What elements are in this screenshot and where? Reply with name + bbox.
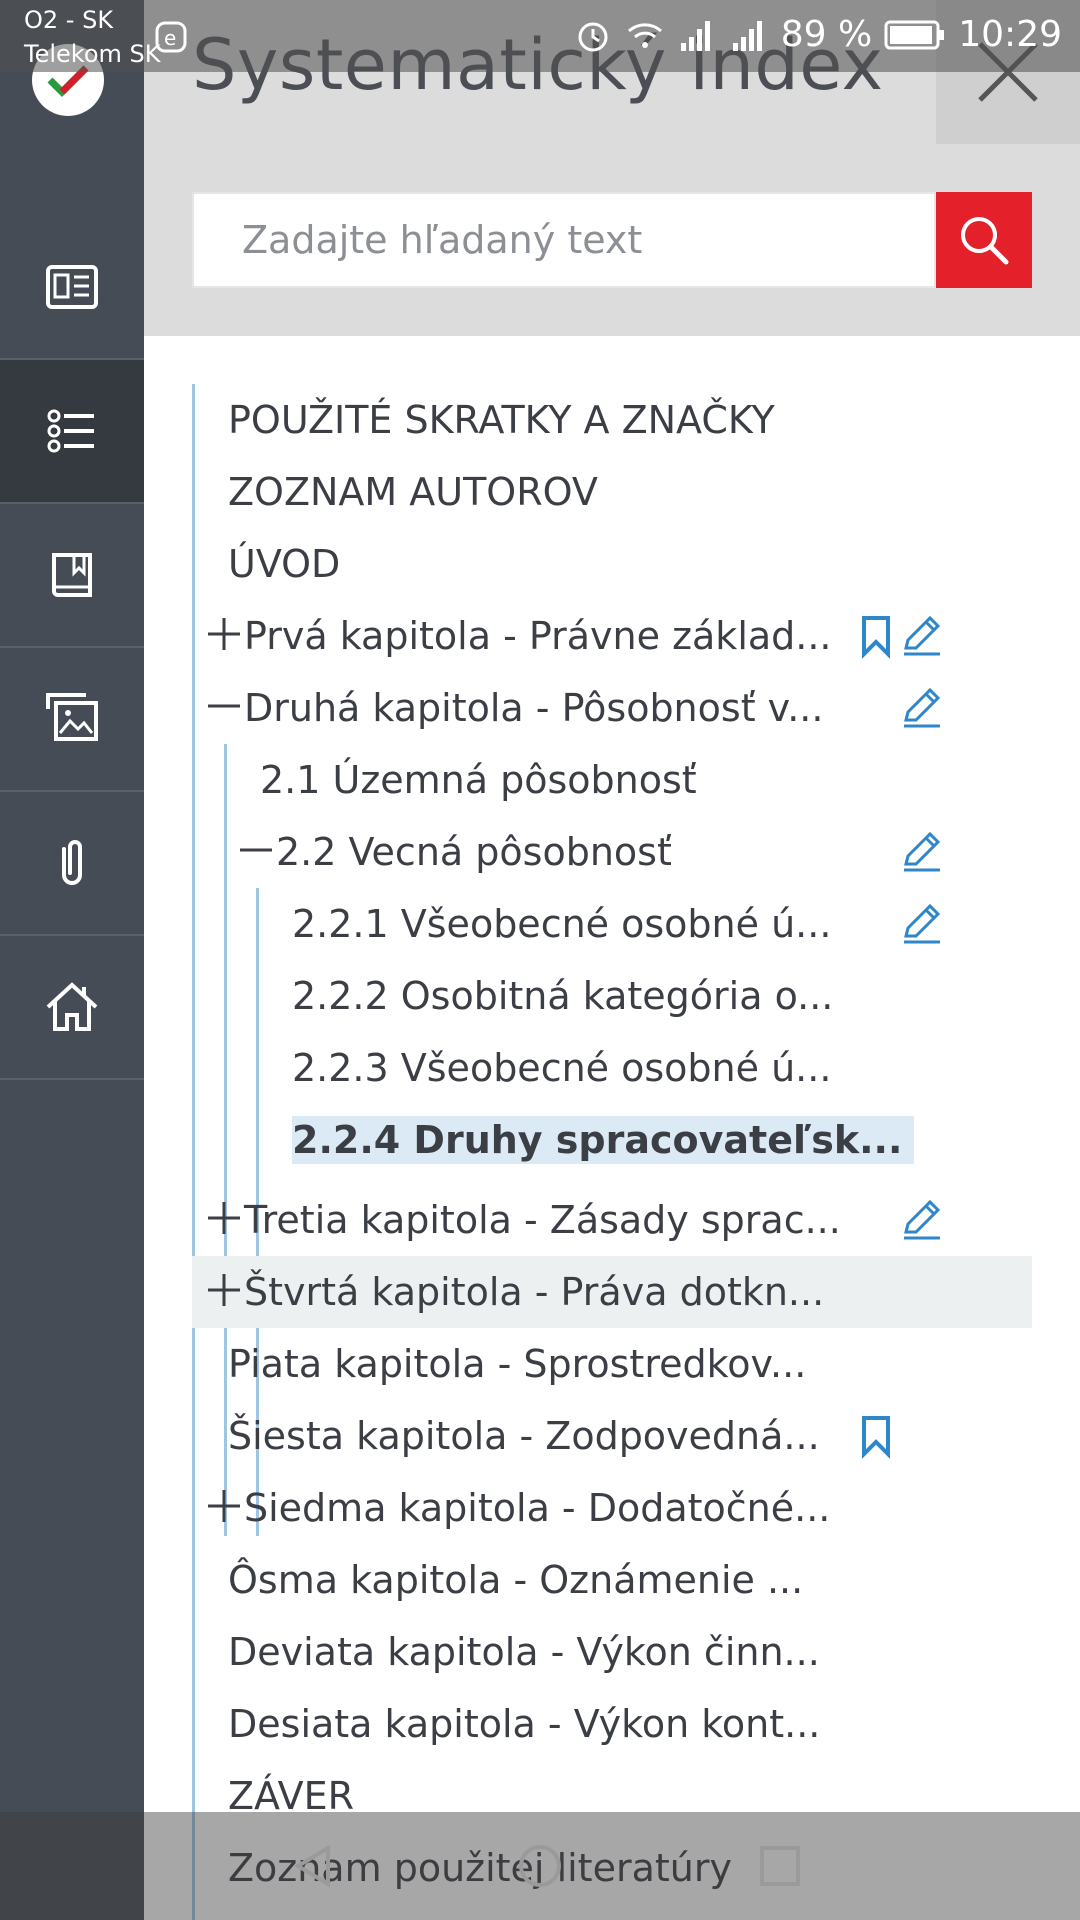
signal-icon: [680, 20, 710, 51]
bookmark-icon[interactable]: [852, 1412, 900, 1460]
index-panel: Systematický index Zadajte hľadaný text …: [144, 0, 1080, 1920]
status-bar: O2 - SK Telekom SK e 89 % 10:29: [0, 0, 1080, 72]
clock: 10:29: [958, 14, 1062, 55]
tree-item-label: Ôsma kapitola - Oznámenie ...: [228, 1558, 804, 1602]
tree-item[interactable]: ÚVOD: [192, 528, 1032, 600]
expand-icon[interactable]: [204, 1198, 244, 1238]
collapse-icon[interactable]: [204, 686, 244, 726]
system-nav-bar: [0, 1812, 1080, 1920]
book-bookmark-icon: [52, 553, 92, 597]
edit-note-icon[interactable]: [898, 684, 946, 732]
tree-item[interactable]: 2.1 Územná pôsobnosť: [192, 744, 1032, 816]
back-icon[interactable]: [290, 1842, 338, 1890]
side-rail: [0, 0, 144, 1920]
rail-item-attachment[interactable]: [0, 792, 144, 936]
search-button[interactable]: [936, 192, 1032, 288]
tree-item-label: 2.2.1 Všeobecné osobné ú...: [292, 902, 832, 946]
tree-item[interactable]: 2.2.4 Druhy spracovateľsk...: [192, 1104, 1032, 1176]
tree-item[interactable]: 2.2.1 Všeobecné osobné ú...: [192, 888, 1032, 960]
rail-item-gallery[interactable]: [0, 648, 144, 792]
tree-item-label: 2.2 Vecná pôsobnosť: [276, 830, 672, 874]
tree-item[interactable]: ZOZNAM AUTOROV: [192, 456, 1032, 528]
status-right: 89 % 10:29: [573, 14, 1062, 55]
tree-item-label: Deviata kapitola - Výkon činn...: [228, 1630, 820, 1674]
tree-item[interactable]: Piata kapitola - Sprostredkov...: [192, 1328, 1032, 1400]
edit-note-icon[interactable]: [898, 1196, 946, 1244]
collapse-icon[interactable]: [236, 830, 276, 870]
attachment-icon: [62, 840, 82, 885]
carrier-label: Telekom SK: [24, 40, 161, 68]
tree-item-label: Šiesta kapitola - Zodpovedná...: [228, 1414, 820, 1458]
tree-item-label: 2.2.4 Druhy spracovateľsk...: [292, 1116, 915, 1164]
rail-item-article[interactable]: [0, 216, 144, 360]
tree-item-label: Tretia kapitola - Zásady sprac...: [244, 1198, 841, 1242]
tree-item-label: ZOZNAM AUTOROV: [228, 470, 598, 514]
tree-item[interactable]: POUŽITÉ SKRATKY A ZNAČKY: [192, 384, 1032, 456]
alarm-icon: [578, 22, 608, 51]
tree-item[interactable]: Šiesta kapitola - Zodpovedná...: [192, 1400, 1032, 1472]
tree-item-label: 2.1 Územná pôsobnosť: [260, 758, 697, 802]
search-input[interactable]: Zadajte hľadaný text: [192, 192, 936, 288]
rail-item-list[interactable]: [0, 360, 144, 504]
tree-item-label: POUŽITÉ SKRATKY A ZNAČKY: [228, 398, 775, 442]
tree-item[interactable]: Prvá kapitola - Právne základ...: [192, 600, 1032, 672]
tree-item-label: Druhá kapitola - Pôsobnosť v...: [244, 686, 824, 730]
list-icon: [47, 409, 94, 453]
home-icon: [46, 982, 98, 1031]
signal-icon: [732, 20, 762, 51]
tree-item[interactable]: 2.2.3 Všeobecné osobné ú...: [192, 1032, 1032, 1104]
home-nav-icon[interactable]: [516, 1842, 564, 1890]
tree-item-label: Štvrtá kapitola - Práva dotkn...: [244, 1270, 825, 1314]
browser-e-icon: e: [155, 21, 187, 53]
tree-item-label: 2.2.3 Všeobecné osobné ú...: [292, 1046, 832, 1090]
tree-item[interactable]: Ôsma kapitola - Oznámenie ...: [192, 1544, 1032, 1616]
tree-item[interactable]: 2.2.2 Osobitná kategória o...: [192, 960, 1032, 1032]
tree-item[interactable]: Deviata kapitola - Výkon činn...: [192, 1616, 1032, 1688]
rail-item-home[interactable]: [0, 936, 144, 1080]
battery-percent: 89 %: [780, 14, 873, 55]
edit-note-icon[interactable]: [898, 612, 946, 660]
bookmark-icon[interactable]: [852, 612, 900, 660]
expand-icon[interactable]: [204, 1486, 244, 1526]
tree-item-label: ÚVOD: [228, 542, 341, 586]
article-icon: [46, 265, 98, 309]
tree-item-label: Siedma kapitola - Dodatočné...: [244, 1486, 831, 1530]
tree-item-label: 2.2.2 Osobitná kategória o...: [292, 974, 834, 1018]
tree-item-label: Prvá kapitola - Právne základ...: [244, 614, 832, 658]
tree-item[interactable]: Tretia kapitola - Zásady sprac...: [192, 1184, 1032, 1256]
search-icon: [961, 217, 1009, 265]
edit-note-icon[interactable]: [898, 828, 946, 876]
rail-item-book[interactable]: [0, 504, 144, 648]
tree-item[interactable]: 2.2 Vecná pôsobnosť: [192, 816, 1032, 888]
index-tree: POUŽITÉ SKRATKY A ZNAČKY ZOZNAM AUTOROV ÚV…: [192, 384, 1032, 1920]
carrier-label: O2 - SK: [24, 6, 114, 34]
tree-item[interactable]: Štvrtá kapitola - Práva dotkn...: [192, 1256, 1032, 1328]
expand-icon[interactable]: [204, 1270, 244, 1310]
edit-note-icon[interactable]: [898, 900, 946, 948]
svg-text:e: e: [164, 26, 176, 50]
wifi-icon: [627, 22, 662, 48]
gallery-icon: [46, 693, 98, 741]
expand-icon[interactable]: [204, 614, 244, 654]
recents-icon[interactable]: [756, 1842, 804, 1890]
tree-item-label: Desiata kapitola - Výkon kont...: [228, 1702, 821, 1746]
tree-item[interactable]: Desiata kapitola - Výkon kont...: [192, 1688, 1032, 1760]
tree-item-label: Piata kapitola - Sprostredkov...: [228, 1342, 807, 1386]
tree-item[interactable]: Druhá kapitola - Pôsobnosť v...: [192, 672, 1032, 744]
tree-item[interactable]: Siedma kapitola - Dodatočné...: [192, 1472, 1032, 1544]
battery-icon: [884, 20, 945, 49]
